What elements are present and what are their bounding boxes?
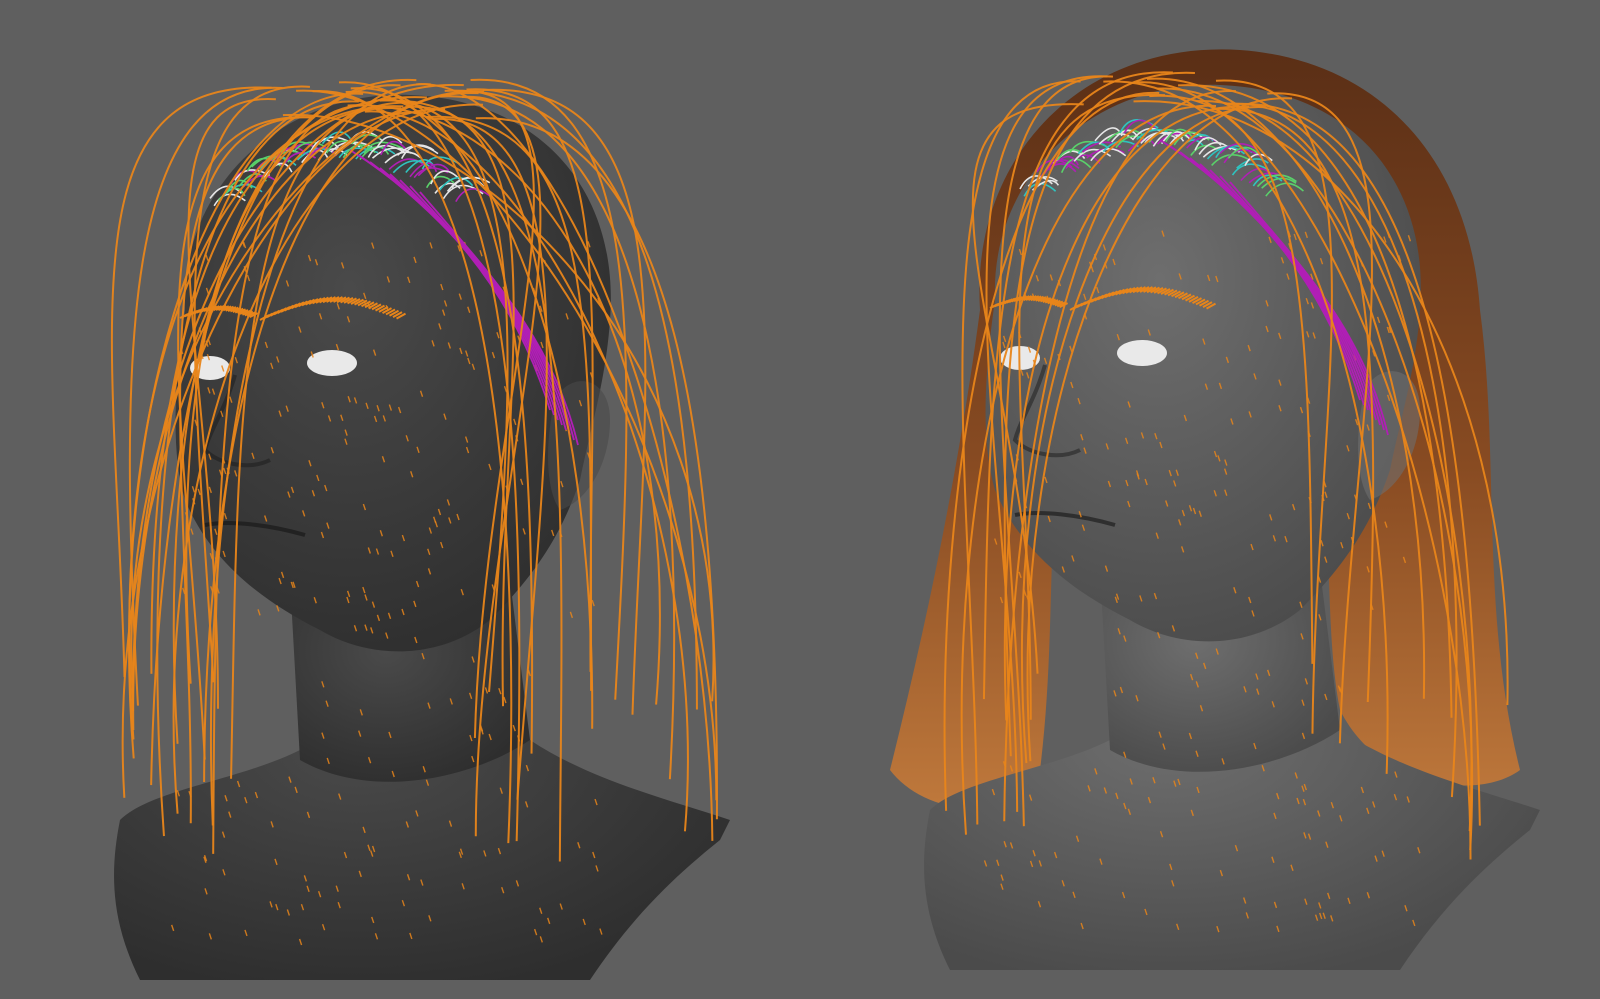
head-model-rendered	[890, 49, 1540, 970]
head-model-guides	[110, 79, 731, 980]
rendered-hair-panel[interactable]	[800, 0, 1600, 999]
fuzz-hair	[257, 609, 261, 616]
head-group	[110, 79, 731, 980]
3d-viewport[interactable]	[0, 0, 1600, 999]
fuzz-hair	[569, 611, 574, 619]
right-eye	[307, 350, 357, 376]
guide-curves-panel[interactable]	[0, 0, 800, 999]
head-group	[890, 49, 1540, 970]
right-eye	[1117, 340, 1167, 366]
fuzz-hair	[190, 528, 194, 535]
fuzz-hair	[591, 599, 595, 607]
